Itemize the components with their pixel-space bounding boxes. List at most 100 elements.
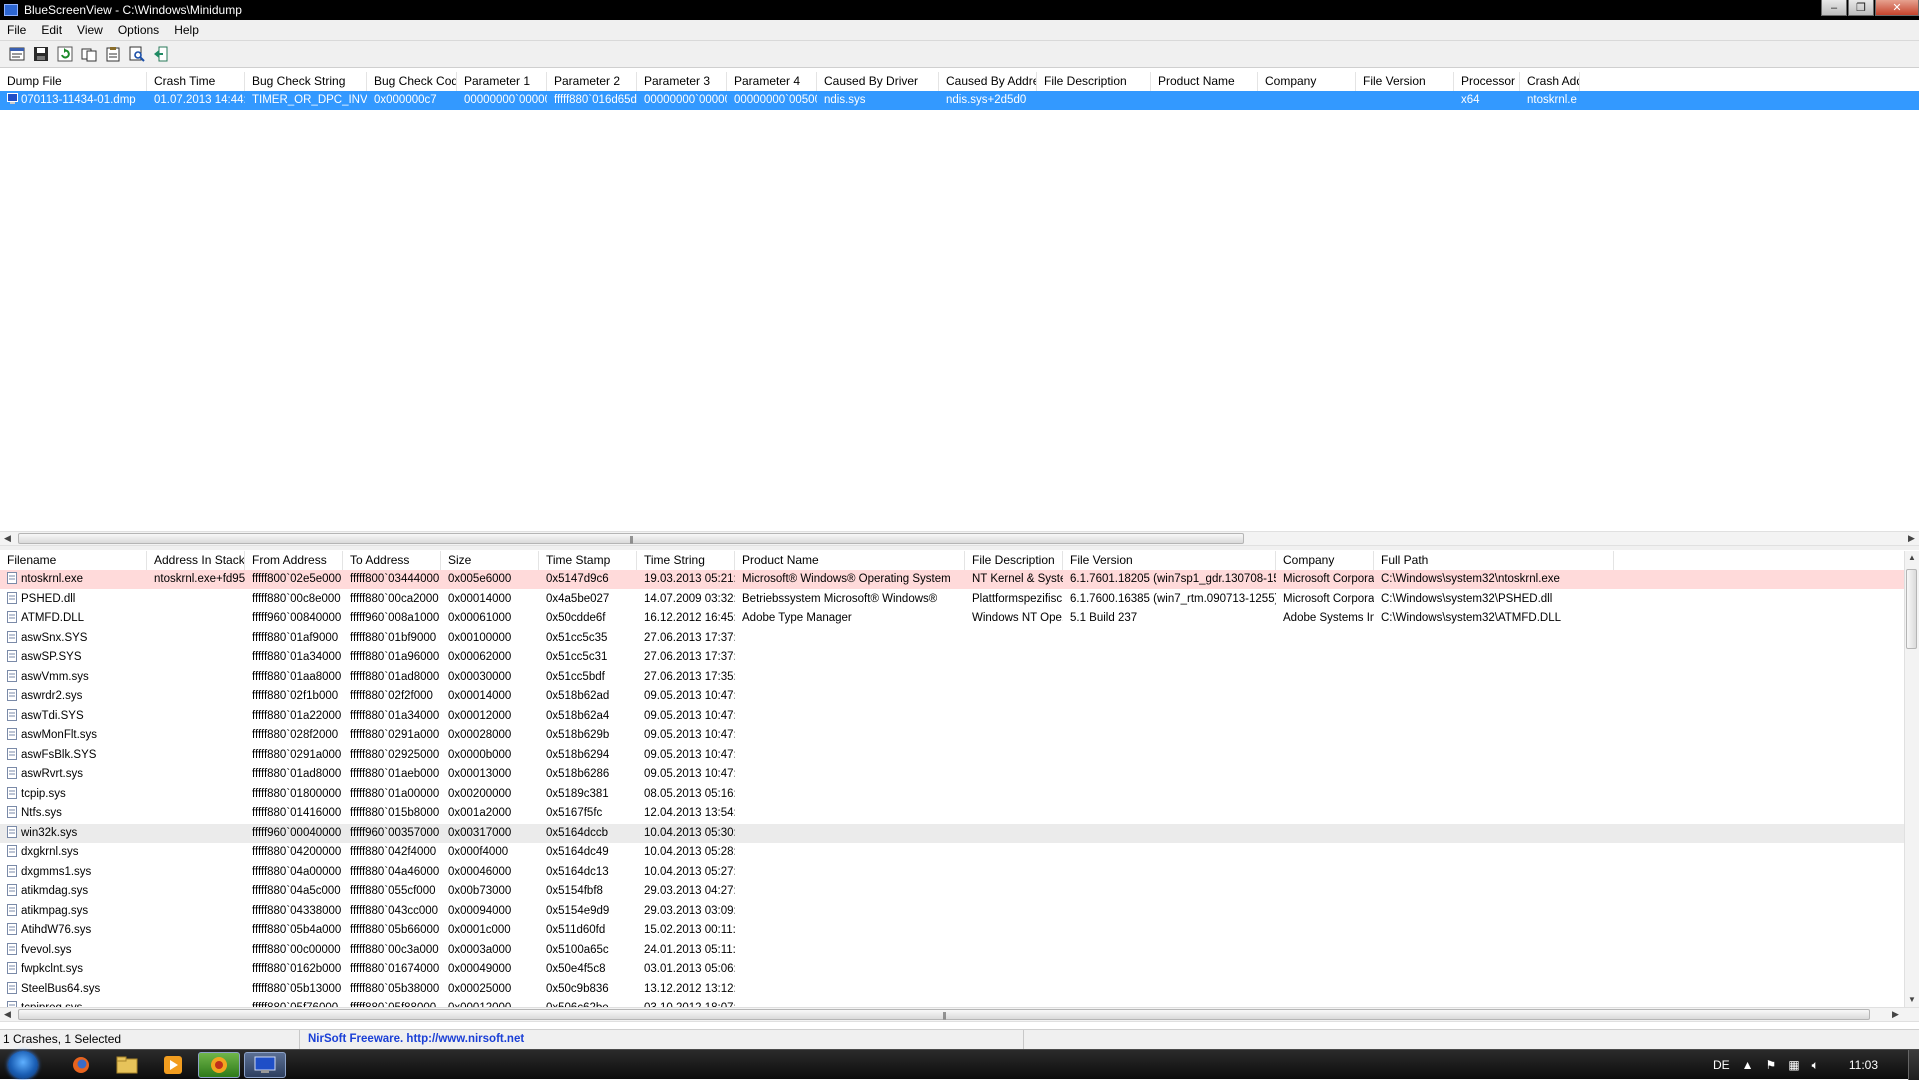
module-col-time-string[interactable]: Time String: [637, 551, 735, 570]
module-col-company[interactable]: Company: [1276, 551, 1374, 570]
module-row[interactable]: aswTdi.SYS fffff880`01a22000 fffff880`01a3…: [0, 707, 1919, 726]
crash-col-crash-add[interactable]: Crash Add: [1520, 72, 1580, 91]
module-row[interactable]: PSHED.dll fffff880`00c8e000 fffff880`00ca2…: [0, 590, 1919, 609]
crash-col-parameter-1[interactable]: Parameter 1: [457, 72, 547, 91]
language-indicator[interactable]: DE: [1713, 1058, 1730, 1072]
scroll-right-icon[interactable]: ▶: [1904, 532, 1919, 545]
crash-list-scroll-thumb[interactable]: |||: [18, 533, 1244, 544]
crash-col-file-description[interactable]: File Description: [1037, 72, 1151, 91]
show-desktop-button[interactable]: [1908, 1050, 1919, 1080]
module-row[interactable]: aswVmm.sys fffff880`01aa8000 fffff880`01ad…: [0, 668, 1919, 687]
scroll-up-icon[interactable]: ▲: [1905, 551, 1919, 565]
module-cell-to-address: fffff880`055cf000: [350, 885, 436, 897]
bluescreenview-icon[interactable]: [244, 1052, 286, 1078]
crash-col-bug-check-code[interactable]: Bug Check Code: [367, 72, 457, 91]
pane-splitter[interactable]: [0, 546, 1919, 550]
module-row[interactable]: atikmpag.sys fffff880`04338000 fffff880`04…: [0, 902, 1919, 921]
module-cell-product-name: [735, 980, 965, 999]
browser-icon[interactable]: [198, 1052, 240, 1078]
module-list-scroll-thumb[interactable]: |||: [18, 1009, 1870, 1020]
module-row[interactable]: AtihdW76.sys fffff880`05b4a000 fffff880`05…: [0, 921, 1919, 940]
module-row[interactable]: dxgkrnl.sys fffff880`04200000 fffff880`042…: [0, 843, 1919, 862]
action-center-flag-icon[interactable]: ⚑: [1766, 1058, 1777, 1072]
module-col-filename[interactable]: Filename: [0, 551, 147, 570]
clock[interactable]: 11:03: [1849, 1058, 1878, 1072]
menu-edit[interactable]: Edit: [34, 23, 70, 37]
crash-col-parameter-3[interactable]: Parameter 3: [637, 72, 727, 91]
module-col-from-address[interactable]: From Address: [245, 551, 343, 570]
crash-list[interactable]: Dump File Crash Time Bug Check String Bug C…: [0, 72, 1919, 532]
nirsoft-link[interactable]: NirSoft Freeware. http://www.nirsoft.net: [305, 1030, 1024, 1049]
crash-list-hscroll[interactable]: ◀ ||| ▶: [0, 531, 1919, 546]
copy-icon[interactable]: [80, 46, 98, 63]
crash-col-bug-check-string[interactable]: Bug Check String: [245, 72, 367, 91]
module-col-time-stamp[interactable]: Time Stamp: [539, 551, 637, 570]
module-row[interactable]: aswFsBlk.SYS fffff880`0291a000 fffff880`02…: [0, 746, 1919, 765]
scroll-left-icon[interactable]: ◀: [0, 1008, 15, 1021]
crash-col-parameter-2[interactable]: Parameter 2: [547, 72, 637, 91]
module-row[interactable]: fvevol.sys fffff880`00c00000 fffff880`00c3…: [0, 941, 1919, 960]
scroll-right-icon[interactable]: ▶: [1888, 1008, 1903, 1021]
close-button[interactable]: ✕: [1875, 0, 1919, 16]
maximize-button[interactable]: ❐: [1848, 0, 1874, 16]
volume-icon[interactable]: 🔈︎: [1812, 1058, 1819, 1073]
module-col-file-version[interactable]: File Version: [1063, 551, 1276, 570]
module-row[interactable]: aswrdr2.sys fffff880`02f1b000 fffff880`02f…: [0, 687, 1919, 706]
scroll-left-icon[interactable]: ◀: [0, 532, 15, 545]
media-player-icon[interactable]: [152, 1052, 194, 1078]
module-list-vscroll-thumb[interactable]: [1906, 569, 1917, 649]
crash-col-caused-by-address[interactable]: Caused By Address: [939, 72, 1037, 91]
module-row[interactable]: fwpkclnt.sys fffff880`0162b000 fffff880`01…: [0, 960, 1919, 979]
menu-help[interactable]: Help: [167, 23, 207, 37]
module-cell-file-version: [1063, 960, 1276, 979]
module-row[interactable]: aswSnx.SYS fffff880`01af9000 fffff880`01bf…: [0, 629, 1919, 648]
module-row[interactable]: Ntfs.sys fffff880`01416000 fffff880`015b80…: [0, 804, 1919, 823]
properties-icon[interactable]: [8, 46, 26, 63]
crash-row[interactable]: 070113-11434-01.dmp 01.07.2013 14:44:01 TI…: [0, 91, 1919, 110]
module-row[interactable]: win32k.sys fffff960`00040000 fffff960`0035…: [0, 823, 1919, 843]
module-row[interactable]: aswRvrt.sys fffff880`01ad8000 fffff880`01a…: [0, 765, 1919, 784]
module-row[interactable]: ntoskrnl.exe ntoskrnl.exe+fd951 fffff800`0…: [0, 570, 1919, 589]
module-row[interactable]: ATMFD.DLL fffff960`00840000 fffff960`008a1…: [0, 609, 1919, 628]
crash-col-processor[interactable]: Processor: [1454, 72, 1520, 91]
network-icon[interactable]: ▦: [1788, 1058, 1799, 1072]
explorer-icon[interactable]: [106, 1052, 148, 1078]
find-icon[interactable]: [128, 46, 146, 63]
module-col-address-in-stack[interactable]: Address In Stack: [147, 551, 245, 570]
module-list-vscroll[interactable]: ▲ ▼: [1904, 551, 1919, 1007]
module-row[interactable]: tcpipreg.sys fffff880`05f76000fffff880`05…: [0, 999, 1919, 1007]
module-col-product-name[interactable]: Product Name: [735, 551, 965, 570]
menu-options[interactable]: Options: [111, 23, 167, 37]
module-row[interactable]: aswMonFlt.sys fffff880`028f2000 fffff880`0…: [0, 726, 1919, 745]
start-button[interactable]: [8, 1051, 38, 1079]
module-row[interactable]: tcpip.sys fffff880`01800000 fffff880`01a00…: [0, 785, 1919, 804]
report-icon[interactable]: [104, 46, 122, 63]
exit-icon[interactable]: [152, 46, 170, 63]
module-col-full-path[interactable]: Full Path: [1374, 551, 1614, 570]
crash-col-company[interactable]: Company: [1258, 72, 1356, 91]
menu-view[interactable]: View: [70, 23, 111, 37]
crash-col-parameter-4[interactable]: Parameter 4: [727, 72, 817, 91]
module-list-hscroll[interactable]: ◀ ||| ▶: [0, 1007, 1919, 1022]
crash-col-product-name[interactable]: Product Name: [1151, 72, 1258, 91]
module-row[interactable]: SteelBus64.sys fffff880`05b13000 fffff880`…: [0, 980, 1919, 999]
module-col-file-description[interactable]: File Description: [965, 551, 1063, 570]
module-cell-from-address: fffff880`028f2000: [252, 729, 339, 741]
save-icon[interactable]: [32, 46, 50, 63]
crash-col-file-version[interactable]: File Version: [1356, 72, 1454, 91]
module-row[interactable]: dxgmms1.sys fffff880`04a00000 fffff880`04a…: [0, 863, 1919, 882]
scroll-down-icon[interactable]: ▼: [1905, 993, 1919, 1007]
module-col-to-address[interactable]: To Address: [343, 551, 441, 570]
refresh-icon[interactable]: [56, 46, 74, 63]
show-hidden-icons-icon[interactable]: ▲: [1742, 1058, 1754, 1072]
module-row[interactable]: aswSP.SYS fffff880`01a34000 fffff880`01a96…: [0, 648, 1919, 667]
crash-col-caused-by-driver[interactable]: Caused By Driver: [817, 72, 939, 91]
module-col-size[interactable]: Size: [441, 551, 539, 570]
crash-col-crash-time[interactable]: Crash Time: [147, 72, 245, 91]
firefox-icon[interactable]: [60, 1052, 102, 1078]
menu-file[interactable]: File: [0, 23, 34, 37]
minimize-button[interactable]: –: [1821, 0, 1847, 16]
module-row[interactable]: atikmdag.sys fffff880`04a5c000 fffff880`05…: [0, 882, 1919, 901]
crash-col-dump-file[interactable]: Dump File: [0, 72, 147, 91]
module-list[interactable]: Filename Address In Stack From Address To A…: [0, 551, 1919, 1007]
